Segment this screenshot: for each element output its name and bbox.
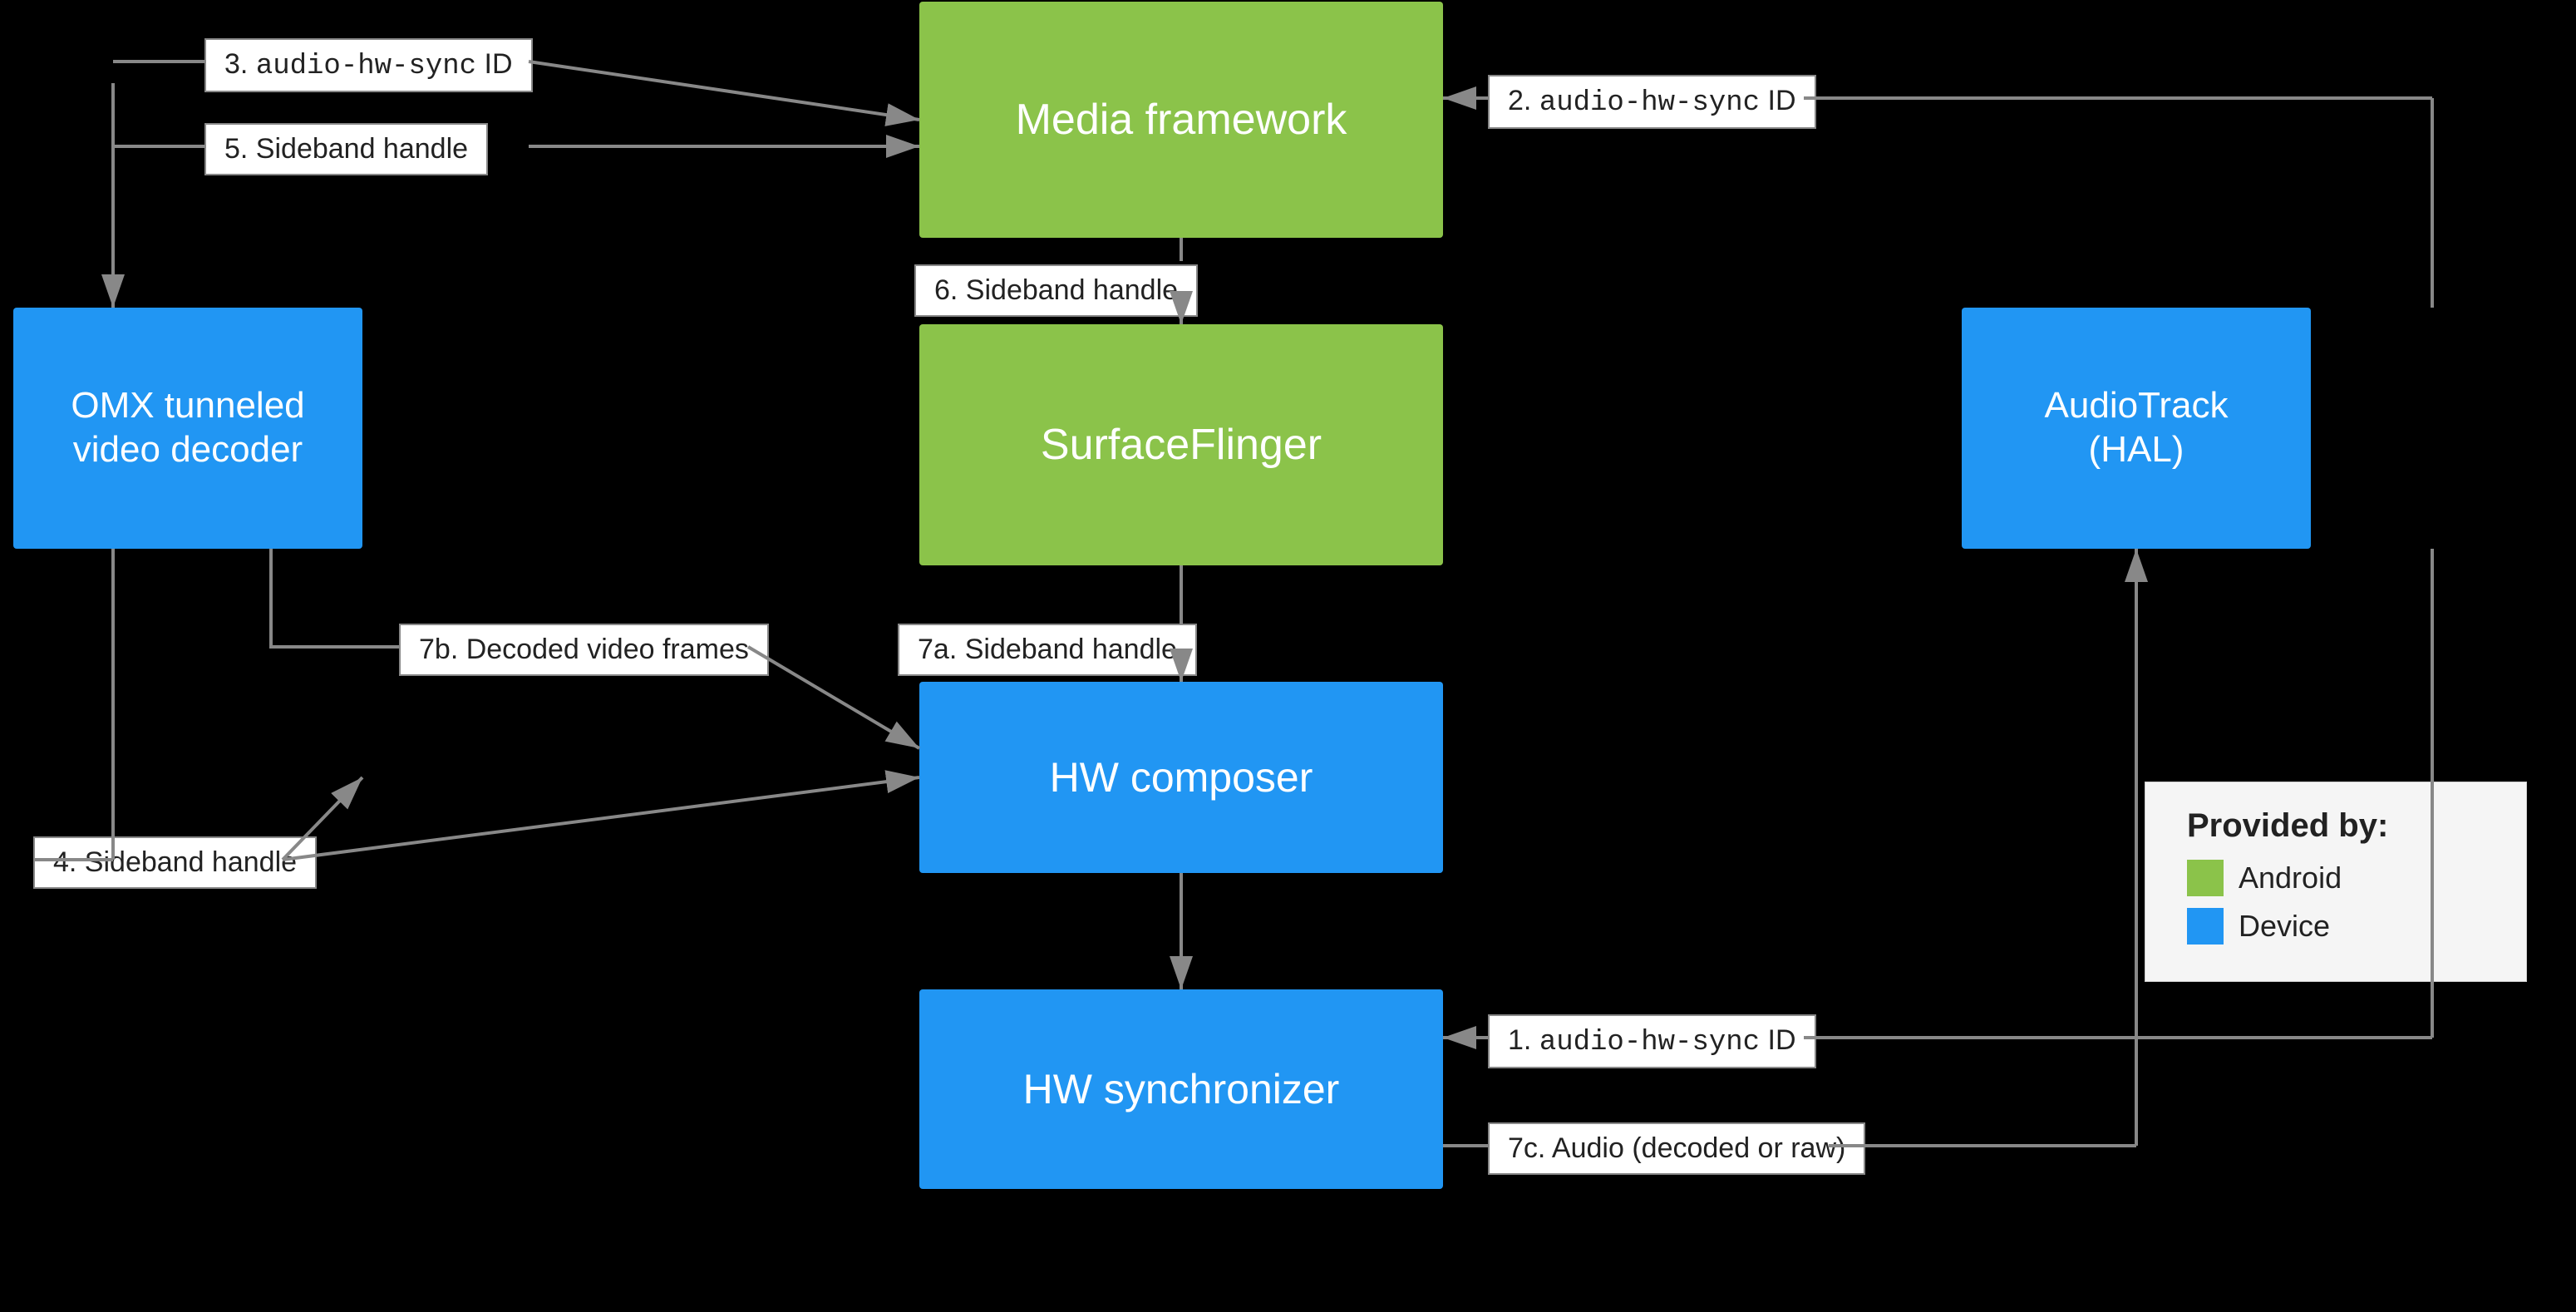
legend-item-device: Device	[2187, 908, 2485, 945]
label-2: 2. audio-hw-sync ID	[1488, 75, 1816, 129]
arrow-7b-to-hwc	[748, 647, 919, 748]
label-7b: 7b. Decoded video frames	[399, 624, 769, 676]
label-1: 1. audio-hw-sync ID	[1488, 1014, 1816, 1068]
arrow-3-to-mf	[529, 62, 919, 120]
device-label: Device	[2239, 909, 2330, 944]
label-7a: 7a. Sideband handle	[898, 624, 1197, 676]
label-4: 4. Sideband handle	[33, 836, 317, 889]
label-6: 6. Sideband handle	[914, 264, 1198, 317]
surface-flinger-block: SurfaceFlinger	[919, 324, 1443, 565]
surface-flinger-label: SurfaceFlinger	[1041, 419, 1322, 471]
media-framework-block: Media framework	[919, 2, 1443, 238]
android-swatch	[2187, 860, 2224, 896]
legend: Provided by: Android Device	[2145, 782, 2527, 982]
legend-item-android: Android	[2187, 860, 2485, 896]
android-label: Android	[2239, 861, 2342, 895]
hw-composer-block: HW composer	[919, 682, 1443, 873]
hw-composer-label: HW composer	[1050, 752, 1313, 802]
hw-synchronizer-label: HW synchronizer	[1023, 1064, 1340, 1114]
device-swatch	[2187, 908, 2224, 945]
legend-title: Provided by:	[2187, 807, 2485, 845]
audiotrack-block: AudioTrack(HAL)	[1962, 308, 2311, 549]
label-3: 3. audio-hw-sync ID	[204, 38, 533, 92]
hw-synchronizer-block: HW synchronizer	[919, 989, 1443, 1189]
audiotrack-label: AudioTrack(HAL)	[2045, 384, 2229, 472]
omx-decoder-label: OMX tunneledvideo decoder	[71, 384, 304, 472]
line-omx-7b	[271, 549, 399, 647]
omx-decoder-block: OMX tunneledvideo decoder	[13, 308, 362, 549]
media-framework-label: Media framework	[1016, 94, 1347, 146]
label-5: 5. Sideband handle	[204, 123, 488, 175]
label-7c: 7c. Audio (decoded or raw)	[1488, 1122, 1865, 1175]
arrow-4-hwc	[283, 777, 919, 860]
